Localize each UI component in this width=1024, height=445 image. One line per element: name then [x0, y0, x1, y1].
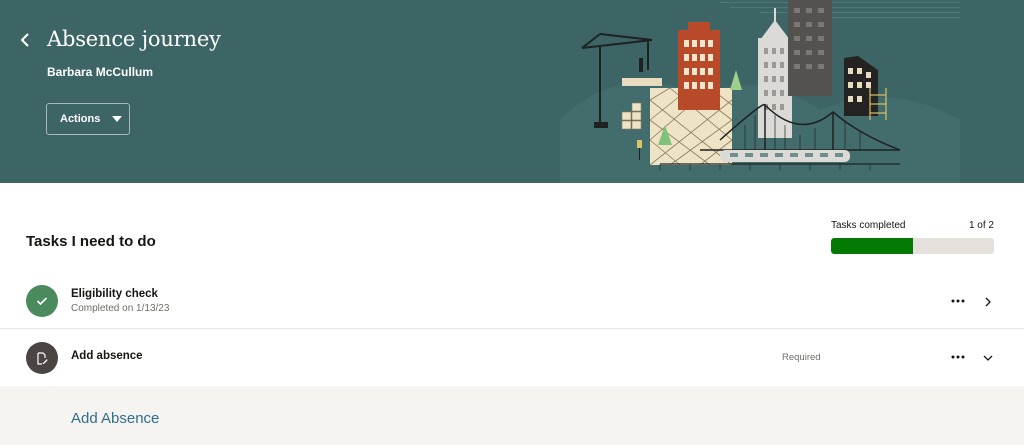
more-horizontal-icon	[951, 299, 965, 303]
city-illustration	[560, 0, 960, 183]
task-more-button[interactable]	[948, 293, 968, 309]
checkmark-icon	[36, 297, 48, 306]
back-button[interactable]	[14, 28, 36, 52]
progress-bar	[831, 238, 994, 254]
task-name: Add absence	[71, 350, 143, 362]
task-required-status: Required	[782, 352, 821, 363]
add-absence-panel: Add Absence	[0, 386, 1024, 445]
task-status-circle	[26, 285, 58, 317]
actions-menu-button[interactable]: Actions	[46, 103, 130, 135]
chevron-right-icon	[985, 297, 991, 307]
page-title: Absence journey	[47, 27, 221, 51]
task-more-button[interactable]	[948, 349, 968, 365]
task-completed-date: Completed on 1/13/23	[71, 303, 170, 314]
progress-fill	[831, 238, 913, 254]
chevron-left-icon	[20, 33, 29, 47]
more-horizontal-icon	[951, 355, 965, 359]
progress-count: 1 of 2	[968, 220, 994, 231]
progress-label: Tasks completed	[831, 220, 906, 231]
task-status-circle	[26, 342, 58, 374]
tasks-section-title: Tasks I need to do	[26, 233, 156, 250]
task-collapse-button[interactable]	[980, 350, 996, 366]
task-name: Eligibility check	[71, 288, 158, 300]
caret-down-icon	[112, 116, 123, 122]
chevron-down-icon	[983, 355, 993, 361]
task-row-eligibility-check[interactable]: Eligibility check Completed on 1/13/23	[0, 275, 1024, 329]
journey-header: Absence journey Barbara McCullum Actions	[0, 0, 1024, 183]
task-open-button[interactable]	[980, 294, 996, 310]
person-name: Barbara McCullum	[47, 65, 154, 79]
actions-label: Actions	[60, 113, 101, 125]
task-row-add-absence[interactable]: Add absence Required	[0, 331, 1024, 385]
document-edit-icon	[37, 351, 48, 365]
add-absence-link[interactable]: Add Absence	[71, 410, 159, 427]
